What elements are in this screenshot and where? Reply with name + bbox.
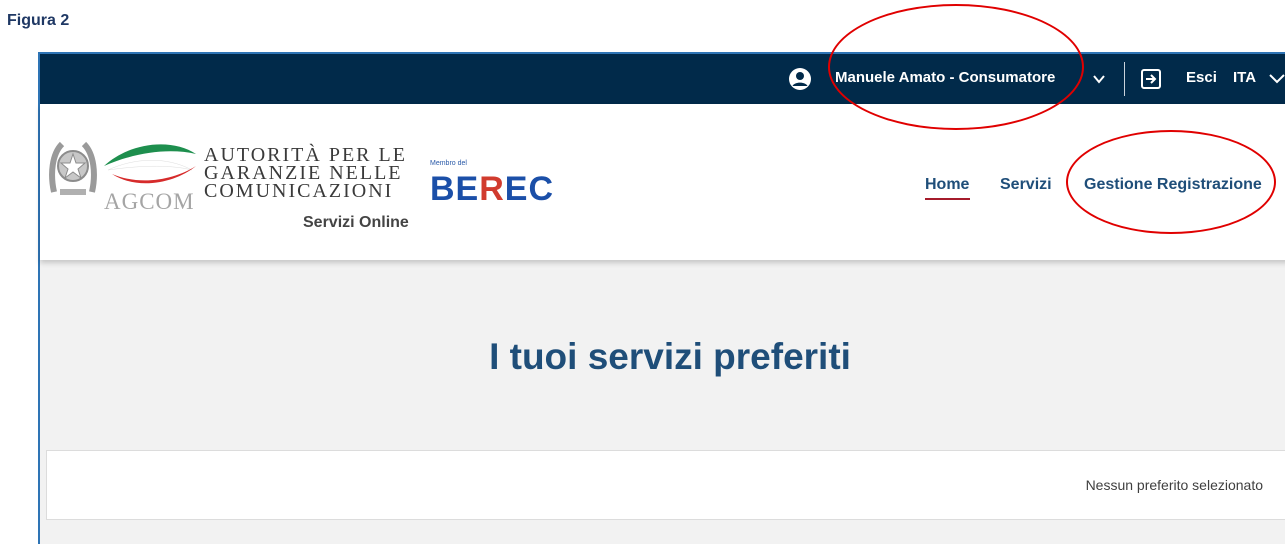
language-selector[interactable]: ITA	[1233, 69, 1256, 86]
nav-item-gestione-registrazione[interactable]: Gestione Registrazione	[1084, 176, 1262, 194]
logout-button[interactable]: Esci	[1186, 69, 1217, 86]
site-header: AGCOM AUTORITÀ PER LE GARANZIE NELLE COM…	[40, 104, 1285, 260]
favorites-empty-message: Nessun preferito selezionato	[1085, 477, 1263, 493]
figure-label: Figura 2	[7, 12, 70, 29]
top-bar-divider	[1124, 62, 1125, 96]
favorites-panel: Nessun preferito selezionato	[46, 450, 1285, 520]
nav-item-home[interactable]: Home	[925, 176, 969, 194]
berec-logo: BEREC	[430, 170, 555, 208]
page-title: I tuoi servizi preferiti	[489, 336, 851, 377]
agcom-logo-icon	[104, 144, 196, 184]
sign-out-icon[interactable]	[1140, 68, 1162, 90]
chevron-down-icon[interactable]	[1269, 70, 1285, 86]
republic-emblem-icon	[49, 141, 97, 195]
nav-item-servizi[interactable]: Servizi	[1000, 176, 1052, 194]
user-circle-icon[interactable]	[788, 67, 812, 91]
active-nav-indicator	[925, 198, 970, 200]
authority-line: COMUNICAZIONI	[204, 180, 394, 202]
service-name: Servizi Online	[303, 214, 409, 231]
top-bar: Manuele Amato - Consumatore Esci ITA	[40, 54, 1285, 104]
chevron-down-icon[interactable]	[1092, 72, 1106, 86]
screenshot-frame: Manuele Amato - Consumatore Esci ITA AGC…	[38, 52, 1285, 544]
user-name-link[interactable]: Manuele Amato - Consumatore	[835, 69, 1055, 86]
agcom-text: AGCOM	[104, 189, 195, 214]
berec-caption: Membro del	[430, 160, 467, 167]
authority-name: AUTORITÀ PER LE GARANZIE NELLE COMUNICAZ…	[204, 145, 407, 202]
